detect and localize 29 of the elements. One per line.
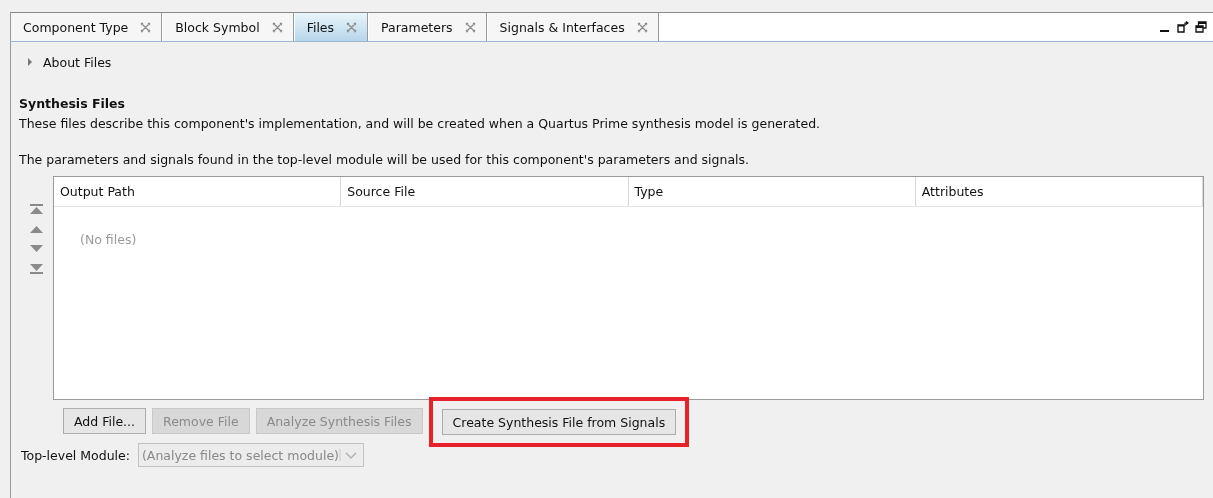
close-icon[interactable] bbox=[271, 21, 283, 33]
section-note: The parameters and signals found in the top-level module will be used for this component's parameters and signals. bbox=[19, 152, 751, 167]
tab[interactable]: Signals & Interfaces bbox=[486, 13, 659, 41]
empty-message: (No files) bbox=[80, 232, 137, 247]
tab[interactable]: Parameters bbox=[368, 13, 487, 41]
close-icon[interactable] bbox=[346, 21, 358, 33]
about-files-toggle[interactable]: About Files bbox=[27, 54, 112, 70]
expand-triangle-icon[interactable] bbox=[27, 58, 33, 66]
column-header[interactable]: Attributes bbox=[915, 177, 1203, 206]
section-description: These files describe this component's implementation, and will be created when a Quartus Prime synthesis model is generated. bbox=[19, 116, 822, 131]
column-header[interactable]: Type bbox=[628, 177, 916, 206]
column-header[interactable]: Source File bbox=[341, 177, 629, 206]
detach-icon[interactable] bbox=[1177, 21, 1189, 33]
move-down-icon[interactable] bbox=[29, 244, 43, 254]
section-title: Synthesis Files bbox=[19, 96, 126, 111]
tab[interactable]: Block Symbol bbox=[162, 13, 294, 41]
action-button[interactable]: Add File... bbox=[63, 408, 146, 434]
tab[interactable]: Component Type bbox=[10, 13, 163, 41]
field-label: Top-level Module: bbox=[21, 447, 130, 463]
column-header[interactable]: Output Path bbox=[54, 177, 342, 206]
close-icon[interactable] bbox=[636, 21, 648, 33]
restore-icon[interactable] bbox=[1195, 21, 1207, 33]
move-bottom-icon[interactable] bbox=[29, 264, 43, 274]
tab[interactable]: Files bbox=[293, 13, 369, 41]
close-icon[interactable] bbox=[464, 21, 476, 33]
move-top-icon[interactable] bbox=[29, 204, 43, 214]
action-button[interactable]: Create Synthesis File from Signals bbox=[441, 409, 677, 435]
close-icon[interactable] bbox=[140, 21, 152, 33]
move-up-icon[interactable] bbox=[29, 224, 43, 234]
